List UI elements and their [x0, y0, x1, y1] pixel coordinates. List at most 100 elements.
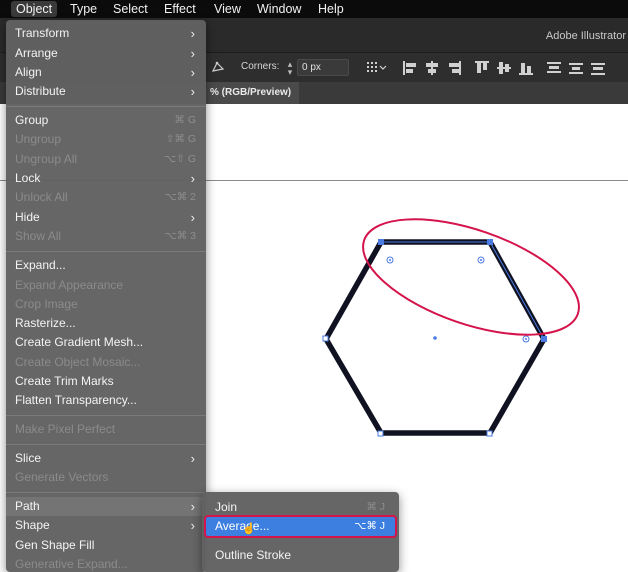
anchor-point-selected[interactable] — [541, 336, 547, 342]
menu-item-lock[interactable]: Lock › — [6, 169, 206, 188]
align-left-icon[interactable] — [402, 59, 418, 77]
menu-item-group[interactable]: Group ⌘ G — [6, 111, 206, 130]
menu-item-hide[interactable]: Hide › — [6, 208, 206, 227]
corners-input[interactable]: 0 px — [297, 59, 349, 76]
menu-object[interactable]: Object — [11, 1, 58, 17]
menu-effect[interactable]: Effect — [164, 1, 196, 17]
menu-item-distribute[interactable]: Distribute › — [6, 82, 206, 101]
transform-icon[interactable] — [211, 60, 225, 74]
hand-cursor-icon: ☝ — [242, 523, 256, 535]
align-center-horizontal-icon[interactable] — [424, 59, 440, 77]
shortcut-label: ⌘ G — [174, 114, 196, 126]
center-point — [433, 336, 437, 340]
menu-item-show-all: Show All ⌥⌘ 3 — [6, 227, 206, 246]
menu-separator — [6, 444, 206, 445]
menu-item-label: Unlock All — [15, 190, 68, 204]
chevron-right-icon: › — [190, 451, 195, 466]
menu-item-label: Join — [215, 500, 238, 514]
anchor-point[interactable] — [377, 430, 384, 437]
menu-select[interactable]: Select — [113, 1, 148, 17]
menu-item-crop-image: Crop Image — [6, 295, 206, 314]
align-right-icon[interactable] — [446, 59, 462, 77]
menu-item-ungroup: Ungroup ⇧⌘ G — [6, 130, 206, 149]
menu-item-transform[interactable]: Transform › — [6, 24, 206, 43]
menu-separator — [6, 415, 206, 416]
menu-item-generate-vectors: Generate Vectors — [6, 468, 206, 487]
chevron-right-icon: › — [190, 499, 195, 514]
distribute-bottom-icon[interactable] — [590, 59, 606, 77]
menu-item-label: Expand Appearance — [15, 278, 124, 292]
menu-item-make-pixel-perfect: Make Pixel Perfect — [6, 420, 206, 439]
shortcut-label: ⌥⌘ 2 — [164, 191, 196, 203]
menu-item-create-object-mosaic: Create Object Mosaic... — [6, 353, 206, 372]
chevron-right-icon: › — [190, 518, 195, 533]
anchor-point-selected[interactable] — [487, 239, 493, 245]
shortcut-label: ⌘ J — [366, 501, 385, 513]
chevron-right-icon: › — [190, 65, 195, 80]
menu-item-label: Distribute — [15, 84, 66, 98]
menu-item-arrange[interactable]: Arrange › — [6, 44, 206, 63]
menu-item-label: Generate Vectors — [15, 470, 109, 484]
menu-item-path[interactable]: Path › — [6, 497, 206, 516]
menu-item-align[interactable]: Align › — [6, 63, 206, 82]
menu-item-rasterize[interactable]: Rasterize... — [6, 314, 206, 333]
distribute-top-icon[interactable] — [546, 59, 562, 77]
corners-stepper[interactable]: ▴ ▾ — [285, 60, 295, 77]
menu-item-label: Align — [15, 65, 42, 79]
menu-item-label: Slice — [15, 451, 42, 465]
align-top-icon[interactable] — [474, 59, 490, 77]
grid-align-icon[interactable] — [366, 60, 388, 74]
annotation-ellipse — [362, 218, 580, 336]
submenu-item-average[interactable]: Average... ☝ ⌥⌘ J — [204, 515, 397, 538]
chevron-right-icon: › — [190, 210, 195, 225]
menu-item-label: Ungroup All — [15, 152, 78, 166]
document-tab[interactable]: % (RGB/Preview) — [205, 82, 300, 104]
menu-item-slice[interactable]: Slice › — [6, 449, 206, 468]
menu-item-label: Make Pixel Perfect — [15, 422, 116, 436]
menu-item-label: Create Object Mosaic... — [15, 355, 141, 369]
menu-view[interactable]: View — [214, 1, 241, 17]
menu-item-label: Expand... — [15, 258, 66, 272]
menu-item-label: Arrange — [15, 46, 58, 60]
menu-separator — [6, 251, 206, 252]
menu-item-flatten-transparency[interactable]: Flatten Transparency... — [6, 391, 206, 410]
menu-item-label: Show All — [15, 229, 62, 243]
menu-item-label: Ungroup — [15, 132, 62, 146]
menu-item-label: Flatten Transparency... — [15, 393, 137, 407]
menu-help[interactable]: Help — [318, 1, 344, 17]
menu-window[interactable]: Window — [257, 1, 301, 17]
menu-item-label: Lock — [15, 171, 41, 185]
menu-item-label: Transform — [15, 26, 70, 40]
anchor-point[interactable] — [486, 430, 493, 437]
align-center-vertical-icon[interactable] — [496, 59, 512, 77]
menu-item-gen-shape-fill[interactable]: Gen Shape Fill — [6, 536, 206, 555]
menu-item-label: Generative Expand... — [15, 557, 128, 571]
anchor-point-selected[interactable] — [378, 239, 384, 245]
menu-type[interactable]: Type — [70, 1, 97, 17]
chevron-right-icon: › — [190, 26, 195, 41]
menu-item-ungroup-all: Ungroup All ⌥⇧ G — [6, 150, 206, 169]
menu-item-label: Outline Stroke — [215, 548, 292, 562]
menu-item-generative-expand: Generative Expand... — [6, 555, 206, 572]
chevron-right-icon: › — [190, 171, 195, 186]
distribute-center-icon[interactable] — [568, 59, 584, 77]
menu-item-label: Create Gradient Mesh... — [15, 335, 144, 349]
menu-item-create-trim-marks[interactable]: Create Trim Marks — [6, 372, 206, 391]
menu-item-expand[interactable]: Expand... — [6, 256, 206, 275]
align-bottom-icon[interactable] — [518, 59, 534, 77]
menu-item-create-gradient-mesh[interactable]: Create Gradient Mesh... — [6, 333, 206, 352]
menu-item-expand-appearance: Expand Appearance — [6, 276, 206, 295]
submenu-item-join[interactable]: Join ⌘ J — [206, 498, 395, 517]
menu-item-label: Group — [15, 113, 49, 127]
anchor-point[interactable] — [322, 335, 329, 342]
path-submenu: Join ⌘ J Average... ☝ ⌥⌘ J Outline Stroke — [202, 492, 399, 572]
menu-item-label: Shape — [15, 518, 50, 532]
menu-item-shape[interactable]: Shape › — [6, 516, 206, 535]
shortcut-label: ⌥⌘ 3 — [164, 230, 196, 242]
app-title: Adobe Illustrator — [545, 30, 626, 42]
chevron-right-icon: › — [190, 84, 195, 99]
shortcut-label: ⇧⌘ G — [165, 133, 196, 145]
shortcut-label: ⌥⇧ G — [164, 153, 196, 165]
menu-item-label: Rasterize... — [15, 316, 76, 330]
submenu-item-outline-stroke[interactable]: Outline Stroke — [206, 546, 395, 565]
